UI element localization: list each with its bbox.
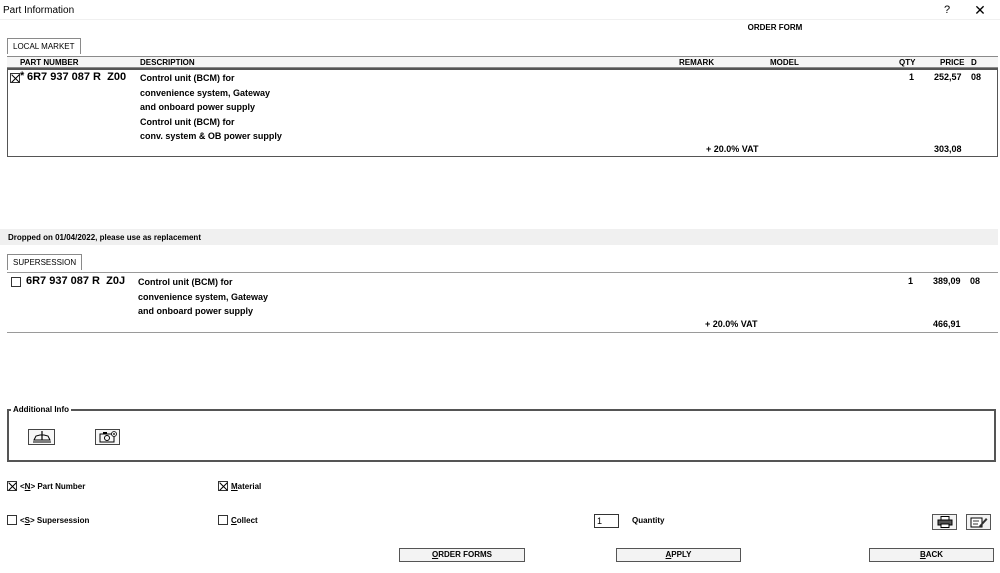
- option-text: aterial: [237, 482, 262, 491]
- header-price: PRICE: [940, 58, 965, 67]
- button-text: PPLY: [671, 550, 692, 559]
- tab-supersession[interactable]: SUPERSESSION: [7, 254, 83, 270]
- description-line: convenience system, Gateway: [138, 291, 269, 302]
- quantity-input[interactable]: 1: [594, 514, 619, 528]
- supersession-option-label[interactable]: <S> Supersession: [20, 516, 89, 525]
- title-bar: Part Information ? ✕: [0, 0, 1000, 20]
- supersession-part-vat-label: + 20.0% VAT: [705, 319, 758, 329]
- back-button[interactable]: BACK: [869, 548, 994, 562]
- main-part-description: Control unit (BCM) for convenience syste…: [140, 71, 282, 144]
- supersession-part-description: Control unit (BCM) for convenience syste…: [138, 275, 268, 319]
- main-part-vat-price: 303,08: [934, 144, 962, 154]
- main-part-d: 08: [971, 72, 982, 82]
- window-title: Part Information: [3, 5, 75, 16]
- supersession-part-number: 6R7 937 087 R Z0J: [26, 275, 126, 287]
- print-button[interactable]: [932, 514, 957, 530]
- main-part-checkbox[interactable]: [10, 73, 20, 83]
- help-button[interactable]: ?: [938, 2, 956, 18]
- supersession-part-d: 08: [970, 276, 981, 286]
- button-text: ACK: [925, 550, 944, 559]
- description-line: and onboard power supply: [140, 102, 256, 113]
- supersession-part-row[interactable]: 6R7 937 087 R Z0J Control unit (BCM) for…: [7, 273, 998, 332]
- apply-button[interactable]: APPLY: [616, 548, 741, 562]
- main-part-qty: 1: [909, 72, 915, 82]
- order-forms-button[interactable]: ORDER FORMS: [399, 548, 525, 562]
- supersession-part-qty: 1: [908, 276, 914, 286]
- column-header: PART NUMBER DESCRIPTION REMARK MODEL QTY…: [7, 56, 998, 68]
- description-line: convenience system, Gateway: [140, 87, 271, 98]
- close-button[interactable]: ✕: [968, 2, 992, 18]
- main-part-number: 6R7 937 087 R Z00: [27, 71, 127, 83]
- main-part-vat-label: + 20.0% VAT: [706, 144, 759, 154]
- description-line: and onboard power supply: [138, 306, 254, 317]
- supersession-part-checkbox[interactable]: [11, 277, 21, 287]
- camera-button[interactable]: [95, 429, 120, 445]
- option-hotkey: M: [231, 482, 238, 491]
- part-number-option-label[interactable]: <N> Part Number: [20, 482, 85, 491]
- description-line: Control unit (BCM) for: [140, 73, 235, 83]
- part-number-checkbox[interactable]: [7, 481, 17, 491]
- header-model: MODEL: [770, 58, 799, 67]
- material-option-label[interactable]: Material: [231, 482, 261, 491]
- header-description: DESCRIPTION: [140, 58, 195, 67]
- option-text: > Supersession: [30, 516, 90, 525]
- material-checkbox[interactable]: [218, 481, 228, 491]
- supersession-part-vat-price: 466,91: [933, 319, 961, 329]
- car-lift-icon: [32, 431, 51, 443]
- header-d: D: [971, 58, 977, 67]
- camera-icon: [99, 431, 117, 443]
- edit-button[interactable]: [966, 514, 991, 530]
- main-part-marker: *: [20, 70, 25, 82]
- supersession-part-price: 389,09: [933, 276, 961, 286]
- dropped-notice-bar: Dropped on 01/04/2022, please use as rep…: [0, 229, 998, 245]
- form-title: ORDER FORM: [747, 23, 803, 32]
- collect-checkbox[interactable]: [218, 515, 228, 525]
- description-line: conv. system & OB power supply: [140, 131, 282, 142]
- tab-local-market[interactable]: LOCAL MARKET: [7, 38, 81, 54]
- quantity-label: Quantity: [632, 516, 665, 525]
- additional-info-group: [7, 409, 996, 462]
- header-part-number: PART NUMBER: [20, 58, 79, 67]
- additional-info-legend: Additional Info: [11, 405, 71, 414]
- main-part-row[interactable]: * 6R7 937 087 R Z00 Control unit (BCM) f…: [7, 68, 998, 157]
- option-text: ollect: [236, 516, 258, 525]
- button-text: RDER FORMS: [438, 550, 492, 559]
- car-lift-button[interactable]: [28, 429, 55, 445]
- option-text: > Part Number: [30, 482, 86, 491]
- main-part-price: 252,57: [934, 72, 962, 82]
- header-remark: REMARK: [679, 58, 715, 67]
- printer-icon: [937, 516, 952, 528]
- description-line: Control unit (BCM) for: [140, 116, 235, 127]
- collect-option-label[interactable]: Collect: [231, 516, 258, 525]
- description-line: Control unit (BCM) for: [138, 277, 233, 287]
- edit-icon: [970, 517, 987, 528]
- header-qty: QTY: [899, 58, 916, 67]
- supersession-checkbox[interactable]: [7, 515, 17, 525]
- dropped-notice: Dropped on 01/04/2022, please use as rep…: [8, 233, 201, 242]
- divider: [7, 332, 998, 333]
